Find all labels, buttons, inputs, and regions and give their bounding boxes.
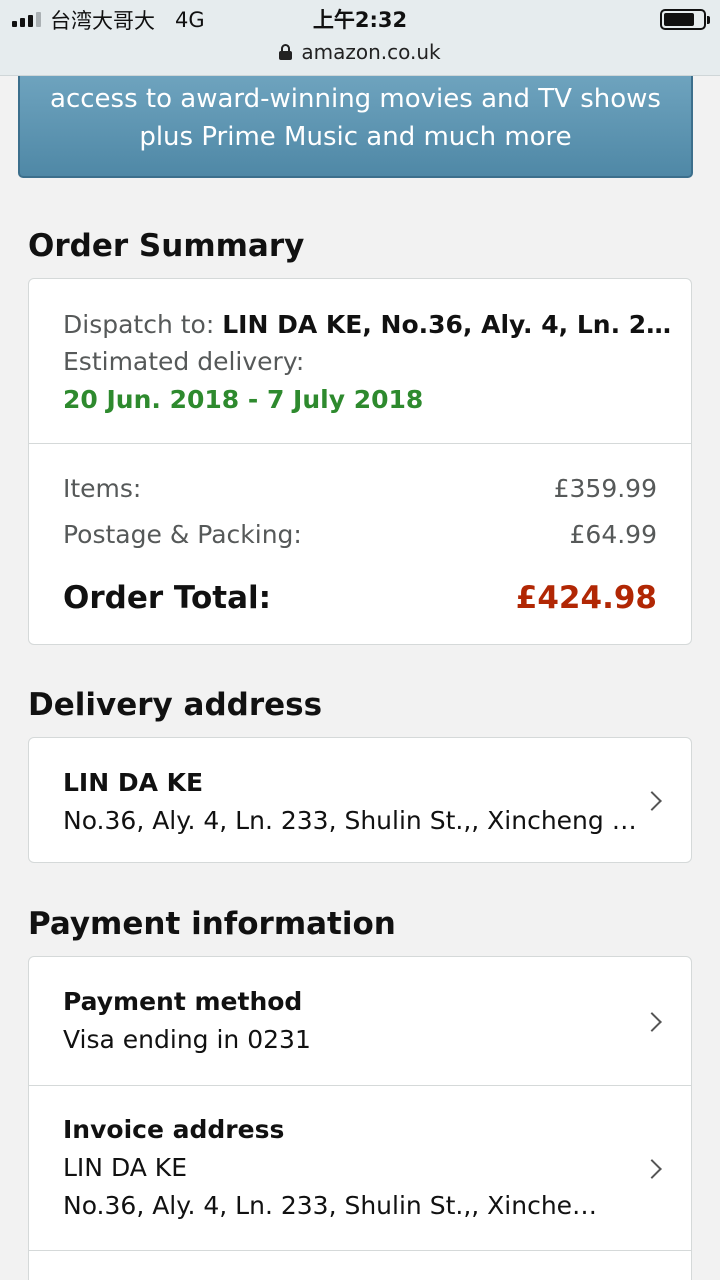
prime-banner-line2: plus Prime Music and much more [139, 122, 572, 152]
payment-information-title: Payment information [28, 906, 396, 942]
items-amount: £359.99 [553, 474, 657, 503]
payment-information-card: Payment method Visa ending in 0231 Invoi… [28, 956, 692, 1280]
chevron-right-icon [642, 1012, 662, 1032]
dispatch-value: LIN DA KE, No.36, Aly. 4, Ln. 2… [222, 310, 672, 339]
delivery-address-title: Delivery address [28, 687, 323, 723]
url-text: amazon.co.uk [301, 40, 441, 64]
order-summary-card: Dispatch to: LIN DA KE, No.36, Aly. 4, L… [28, 278, 692, 645]
lock-icon [279, 44, 293, 60]
summary-divider [29, 443, 691, 444]
invoice-address-line: No.36, Aly. 4, Ln. 233, Shulin St.,, Xin… [63, 1191, 598, 1220]
invoice-address-label: Invoice address [63, 1115, 285, 1144]
dispatch-label: Dispatch to: [63, 310, 215, 339]
clock: 上午2:32 [312, 8, 408, 32]
payment-method-label: Payment method [63, 987, 303, 1016]
chevron-right-icon [642, 1159, 662, 1179]
delivery-address-row[interactable]: LIN DA KE No.36, Aly. 4, Ln. 233, Shulin… [28, 737, 692, 863]
estimated-delivery-dates: 20 Jun. 2018 - 7 July 2018 [63, 385, 424, 414]
postage-amount: £64.99 [569, 520, 657, 549]
url-bar[interactable]: amazon.co.uk [0, 38, 720, 66]
prime-banner[interactable]: access to award-winning movies and TV sh… [18, 76, 693, 178]
order-total-amount: £424.98 [515, 580, 657, 616]
estimated-delivery-label: Estimated delivery: [63, 347, 305, 376]
order-total-label: Order Total: [63, 580, 272, 616]
payment-divider-2 [29, 1250, 691, 1251]
payment-method-row[interactable]: Payment method Visa ending in 0231 [29, 957, 691, 1085]
items-label: Items: [63, 474, 142, 503]
dispatch-row: Dispatch to: LIN DA KE, No.36, Aly. 4, L… [63, 306, 671, 344]
prime-banner-line1: access to award-winning movies and TV sh… [50, 84, 661, 114]
delivery-address-line: No.36, Aly. 4, Ln. 233, Shulin St.,, Xin… [63, 806, 637, 835]
order-summary-title: Order Summary [28, 228, 305, 264]
delivery-name: LIN DA KE [63, 768, 204, 797]
invoice-name: LIN DA KE [63, 1153, 187, 1182]
payment-method-value: Visa ending in 0231 [63, 1025, 311, 1054]
battery-icon [660, 9, 710, 30]
postage-label: Postage & Packing: [63, 520, 302, 549]
status-bar: 台湾大哥大 4G 上午2:32 amazon.co.uk [0, 0, 720, 76]
invoice-address-row[interactable]: Invoice address LIN DA KE No.36, Aly. 4,… [29, 1086, 691, 1250]
